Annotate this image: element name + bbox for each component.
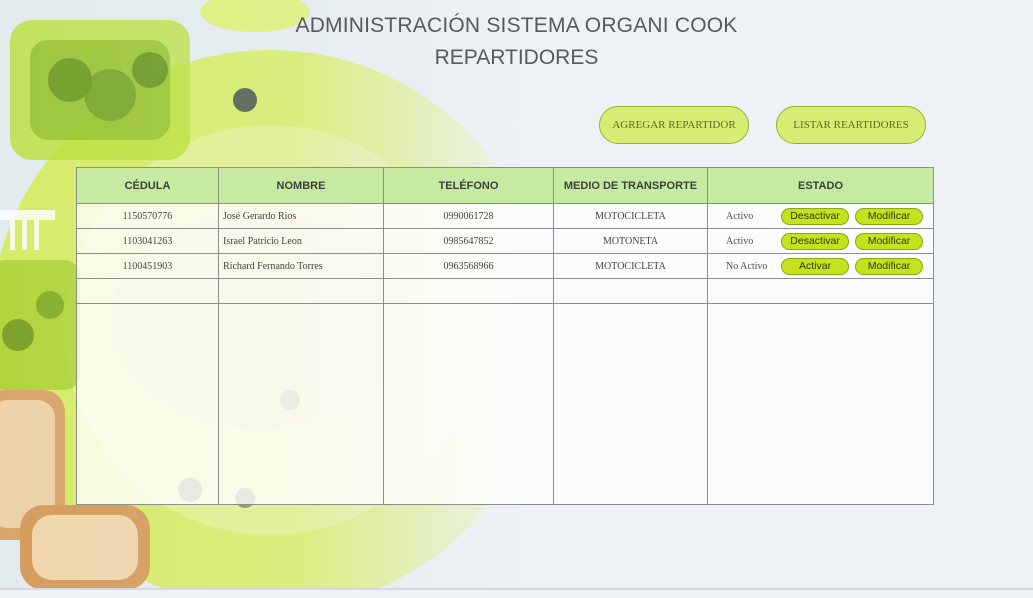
edit-button[interactable]: Modificar [855,257,923,275]
header-telefono: TELÉFONO [383,167,554,204]
cell-estado: Activo Desactivar Modificar [707,228,934,254]
cell-transporte: MOTOCICLETA [553,203,708,229]
table-header-row: CÉDULA NOMBRE TELÉFONO MEDIO DE TRANSPOR… [76,167,934,204]
add-courier-button[interactable]: AGREGAR REPARTIDOR [599,106,749,144]
table-filler-row [76,303,934,505]
edit-button[interactable]: Modificar [855,207,923,225]
header-nombre: NOMBRE [218,167,384,204]
page-title: ADMINISTRACIÓN SISTEMA ORGANI COOK [295,14,738,37]
list-couriers-button[interactable]: LISTAR REARTIDORES [776,106,926,144]
page-subtitle: REPARTIDORES [434,46,599,69]
cell-nombre: Israel Patricio Leon [218,228,384,254]
activate-button[interactable]: Activar [781,257,850,275]
deactivate-button[interactable]: Desactivar [781,207,850,225]
cell-cedula: 1100451903 [76,253,219,279]
cell-telefono: 0990061728 [383,203,554,229]
bottom-divider [0,588,1033,590]
cell-telefono: 0985647852 [383,228,554,254]
table-row: 1150570776 José Gerardo Rios 0990061728 … [76,203,934,229]
status-text: Activo [726,210,754,222]
couriers-table: CÉDULA NOMBRE TELÉFONO MEDIO DE TRANSPOR… [76,167,934,505]
header-transporte: MEDIO DE TRANSPORTE [553,167,708,204]
table-empty-row [76,278,934,304]
status-text: No Activo [726,260,768,272]
cell-transporte: MOTOCICLETA [553,253,708,279]
cell-nombre: José Gerardo Rios [218,203,384,229]
cell-estado: No Activo Activar Modificar [707,253,934,279]
header-cedula: CÉDULA [76,167,219,204]
table-row: 1100451903 Richard Fernando Torres 09635… [76,253,934,279]
table-row: 1103041263 Israel Patricio Leon 09856478… [76,228,934,254]
cell-estado: Activo Desactivar Modificar [707,203,934,229]
cell-cedula: 1103041263 [76,228,219,254]
status-text: Activo [726,235,754,247]
deactivate-button[interactable]: Desactivar [781,232,850,250]
cell-nombre: Richard Fernando Torres [218,253,384,279]
cell-cedula: 1150570776 [76,203,219,229]
cell-transporte: MOTONETA [553,228,708,254]
cell-telefono: 0963568966 [383,253,554,279]
header-estado: ESTADO [707,167,934,204]
edit-button[interactable]: Modificar [855,232,923,250]
